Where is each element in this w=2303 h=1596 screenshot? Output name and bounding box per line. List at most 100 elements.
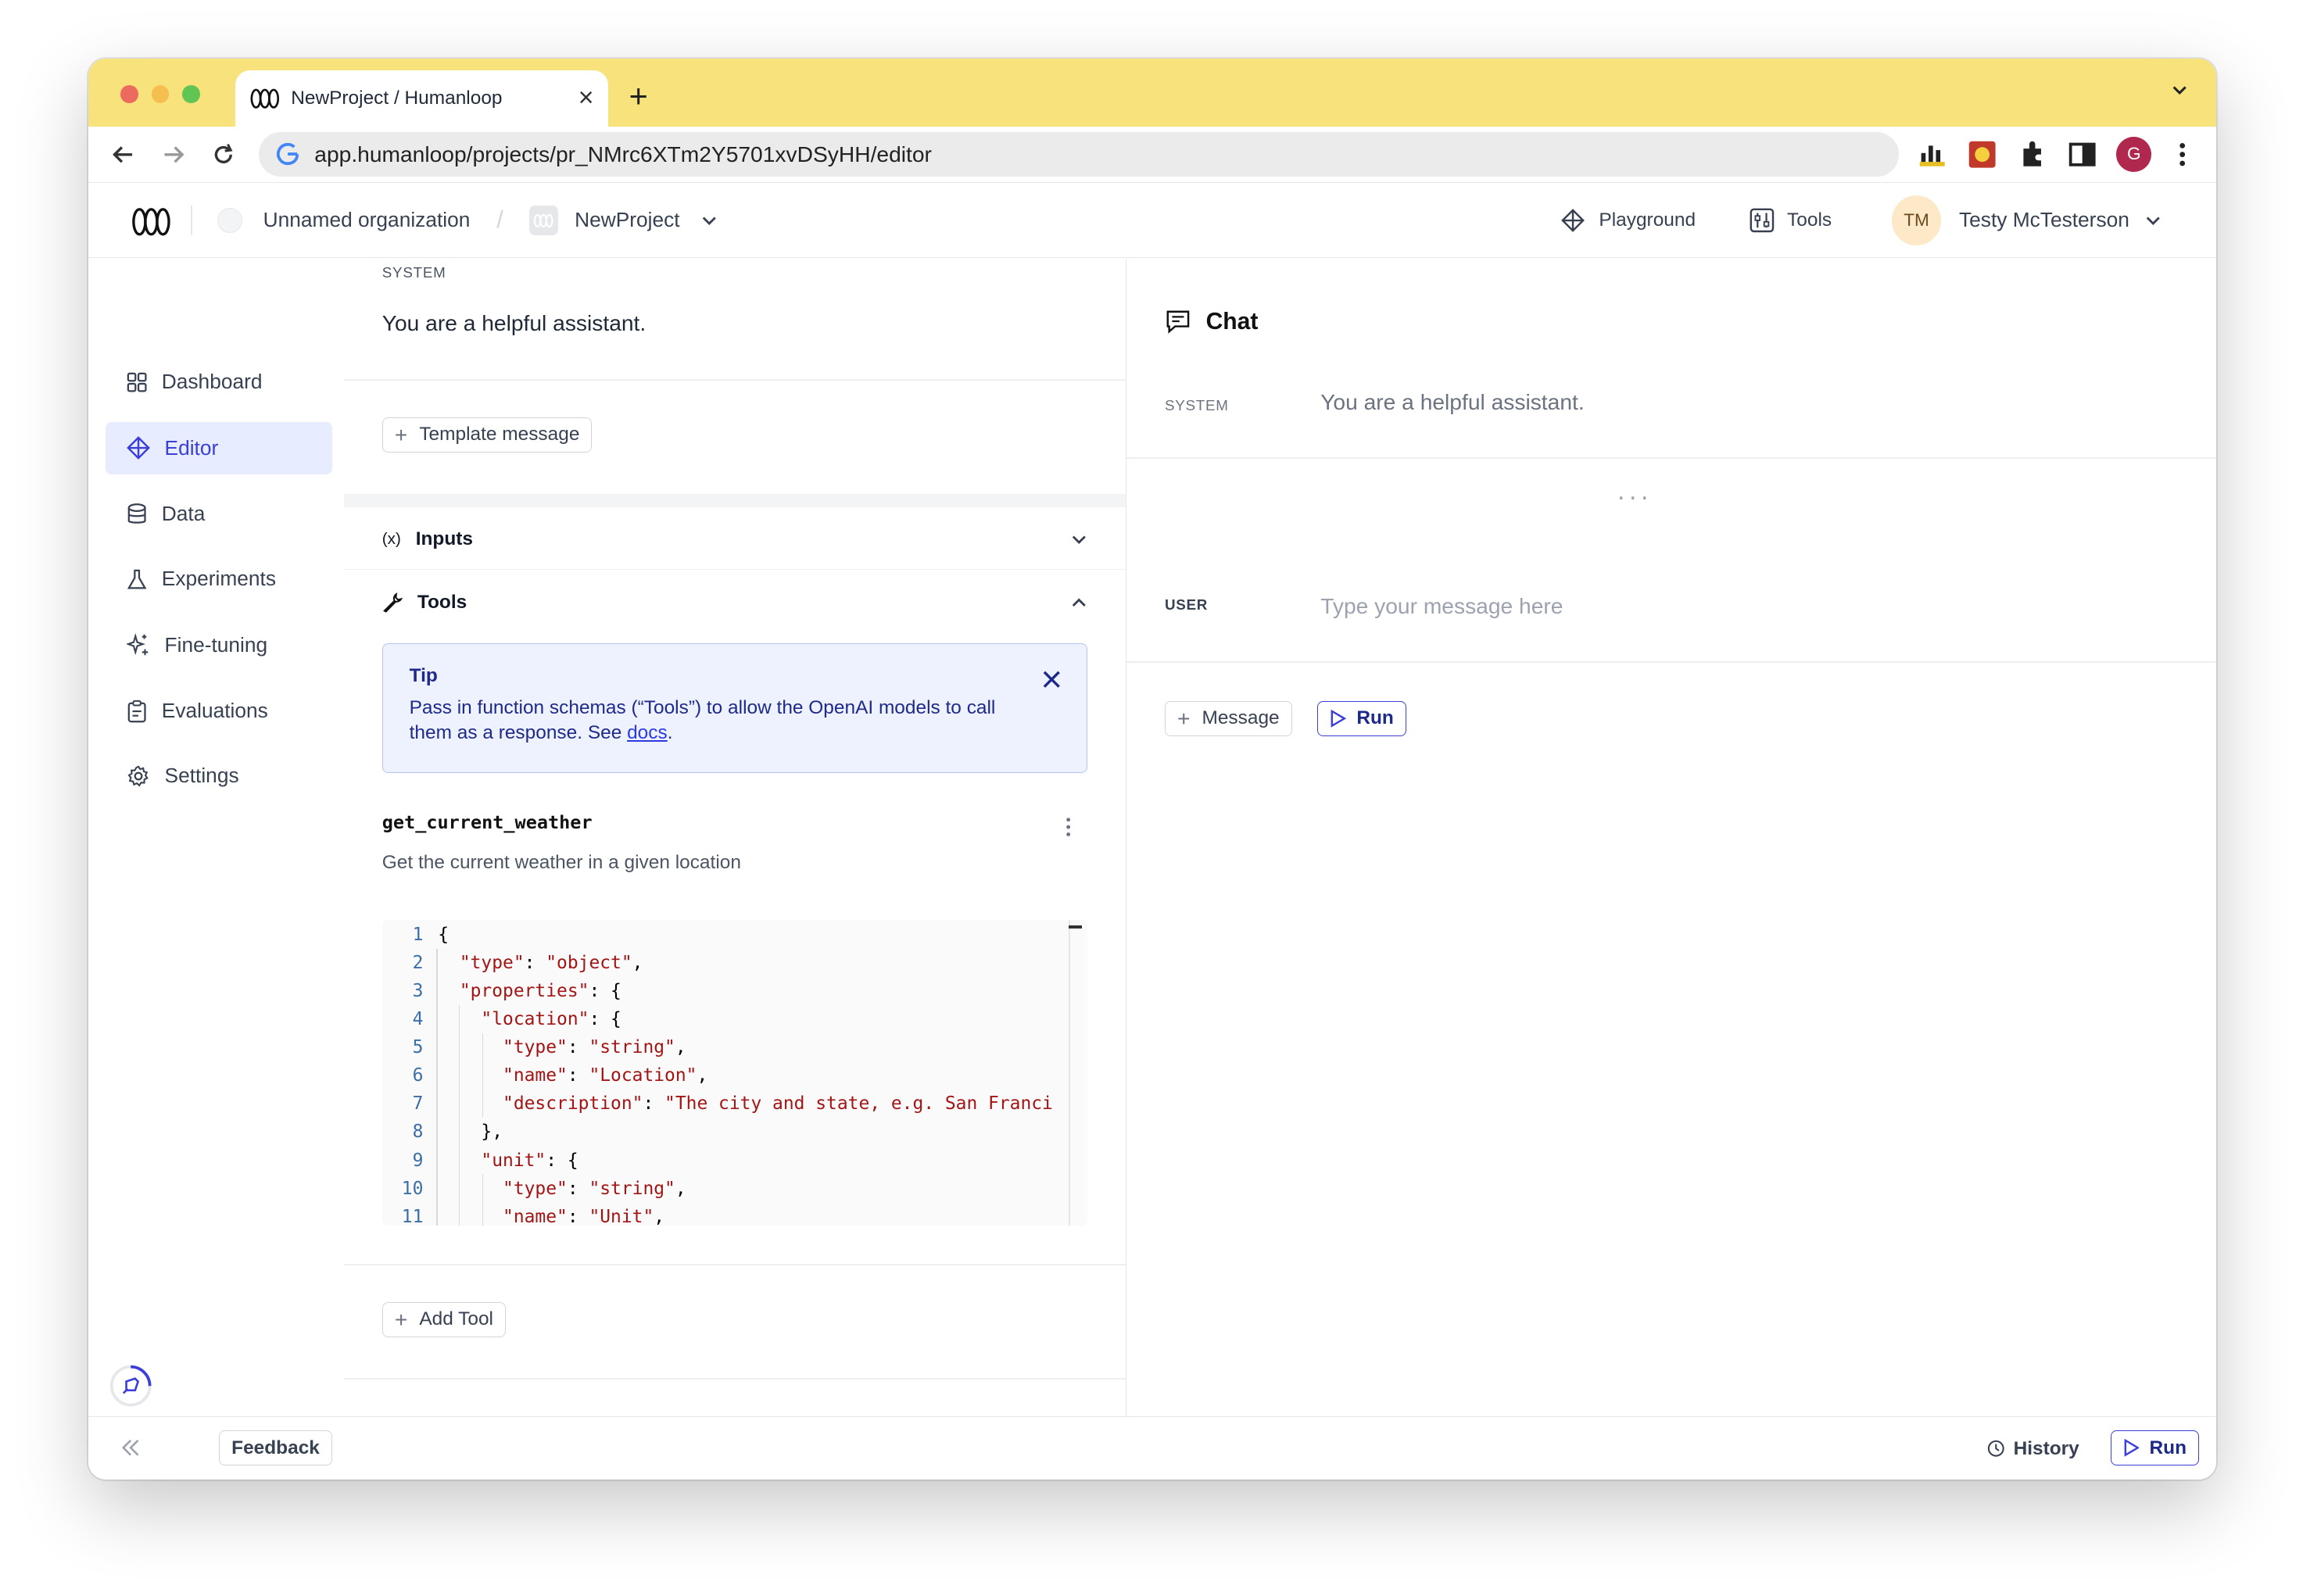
header-divider [191,206,193,235]
tool-description[interactable]: Get the current weather in a given locat… [382,852,741,874]
bar-chart-extension-icon[interactable] [1917,138,1949,170]
add-tool-button[interactable]: + Add Tool [381,1301,507,1337]
inputs-section-header[interactable]: (x) Inputs [382,508,1087,570]
humanloop-logo-icon[interactable] [132,207,170,237]
history-button[interactable]: History [1987,1417,2079,1480]
code-text: "properties": { [459,980,621,1001]
code-text: "location": { [481,1009,621,1030]
system-prompt-text[interactable]: You are a helpful assistant. [382,310,646,336]
code-text: "description": "The city and state, e.g.… [503,1093,1053,1115]
run-button[interactable]: Run [1317,700,1406,736]
tools-section-label: Tools [417,591,467,613]
sidebar-item-label: Experiments [161,567,277,591]
address-bar-row: app.humanloop/projects/pr_NMrc6XTm2Y5701… [88,126,2217,184]
chat-bubble-icon [1166,310,1190,334]
line-number: 9 [412,1150,424,1171]
sidebar-item-label: Fine-tuning [164,632,268,657]
section-separator [343,493,1126,507]
line-number: 7 [412,1093,424,1115]
docs-link[interactable]: docs [627,722,668,743]
sidebar-item-experiments[interactable]: Experiments [106,553,332,606]
chevron-up-icon [1072,598,1086,607]
code-text: "name": "Unit", [503,1206,665,1226]
org-avatar [217,207,243,234]
project-name: NewProject [575,208,680,232]
chevron-down-icon [2146,216,2160,225]
sidebar-item-label: Settings [164,764,239,788]
chat-title-row: Chat [1165,309,1258,335]
side-panel-icon[interactable] [2066,138,2098,170]
image-extension-icon[interactable] [1966,138,1998,170]
sidebar-item-data[interactable]: Data [106,488,332,541]
divider [1126,660,2217,663]
sidebar-item-settings[interactable]: Settings [106,750,332,803]
line-number: 11 [401,1206,424,1226]
chat-system-text[interactable]: You are a helpful assistant. [1320,389,1584,415]
close-window-button[interactable] [120,85,138,103]
profile-avatar[interactable]: G [2116,136,2152,172]
template-message-label: Template message [419,424,580,446]
wrench-icon [382,592,403,613]
tools-link[interactable]: Tools [1749,184,1832,257]
run-button-label: Run [1356,707,1394,729]
tab-title: NewProject / Humanloop [291,87,503,109]
browser-tab[interactable]: NewProject / Humanloop × [235,70,609,127]
code-text: "type": "string", [503,1037,686,1058]
sidebar-item-dashboard[interactable]: Dashboard [106,356,332,409]
close-tab-icon[interactable]: × [578,83,594,113]
more-vertical-icon[interactable] [2166,138,2198,170]
collapsed-messages-ellipsis[interactable]: ... [1126,476,2144,506]
sidebar-item-label: Dashboard [161,370,263,394]
feedback-button[interactable]: Feedback [219,1430,332,1466]
line-number: 10 [401,1178,424,1199]
sidebar-item-fine-tuning[interactable]: Fine-tuning [106,618,332,671]
database-icon [127,503,146,524]
flask-icon [127,569,147,589]
playground-label: Playground [1599,209,1696,231]
template-message-button[interactable]: + Template message [381,417,593,453]
forward-arrow-icon[interactable] [159,140,188,170]
clock-icon [1987,1440,2004,1458]
add-message-button[interactable]: + Message [1164,700,1292,736]
org-breadcrumb[interactable]: Unnamed organization [217,184,470,257]
project-breadcrumb[interactable]: NewProject [528,184,718,257]
line-number: 1 [412,924,424,945]
url-text: app.humanloop/projects/pr_NMrc6XTm2Y5701… [314,141,932,166]
code-text: }, [438,1122,503,1143]
line-number: 5 [412,1037,424,1058]
user-menu[interactable]: TM Testy McTesterson [1891,184,2162,257]
chat-user-label: USER [1164,596,1209,614]
more-vertical-icon[interactable] [1064,817,1073,837]
url-bar[interactable]: app.humanloop/projects/pr_NMrc6XTm2Y5701… [258,132,1899,177]
new-tab-button[interactable]: + [629,78,648,115]
json-schema-editor[interactable]: 1{2 "type": "object", 3 "properties": {4 … [381,919,1088,1226]
close-icon[interactable] [1043,671,1061,689]
rocket-progress-icon[interactable] [109,1364,152,1408]
footer-bar: Feedback History Run [88,1416,2217,1480]
collapse-sidebar-icon[interactable] [120,1439,141,1457]
puzzle-extensions-icon[interactable] [2016,138,2048,170]
maximize-window-button[interactable] [182,85,200,103]
chevron-down-icon [702,216,716,225]
divider [343,568,1126,571]
playground-link[interactable]: Playground [1560,184,1696,257]
user-message-input[interactable]: Type your message here [1320,593,1563,619]
reload-icon[interactable] [209,140,238,170]
line-number: 2 [412,952,424,973]
tip-suffix: . [667,721,673,743]
footer-run-button[interactable]: Run [2110,1430,2200,1466]
sidebar-item-editor[interactable]: Editor [106,421,332,475]
play-icon [1331,710,1347,728]
tip-callout: Tip Pass in function schemas (“Tools”) t… [381,643,1088,773]
tool-name[interactable]: get_current_weather [382,811,593,833]
minimize-window-button[interactable] [151,85,170,103]
plus-icon: + [394,421,408,447]
tools-icon [1750,208,1775,233]
chat-pane: Chat SYSTEM You are a helpful assistant.… [1126,258,2217,1417]
message-button-label: Message [1202,707,1280,729]
add-tool-label: Add Tool [419,1308,493,1330]
sidebar-item-evaluations[interactable]: Evaluations [106,685,332,738]
tools-section-header[interactable]: Tools [382,571,1087,633]
chevron-down-icon[interactable] [2169,80,2190,100]
back-arrow-icon[interactable] [109,140,138,170]
